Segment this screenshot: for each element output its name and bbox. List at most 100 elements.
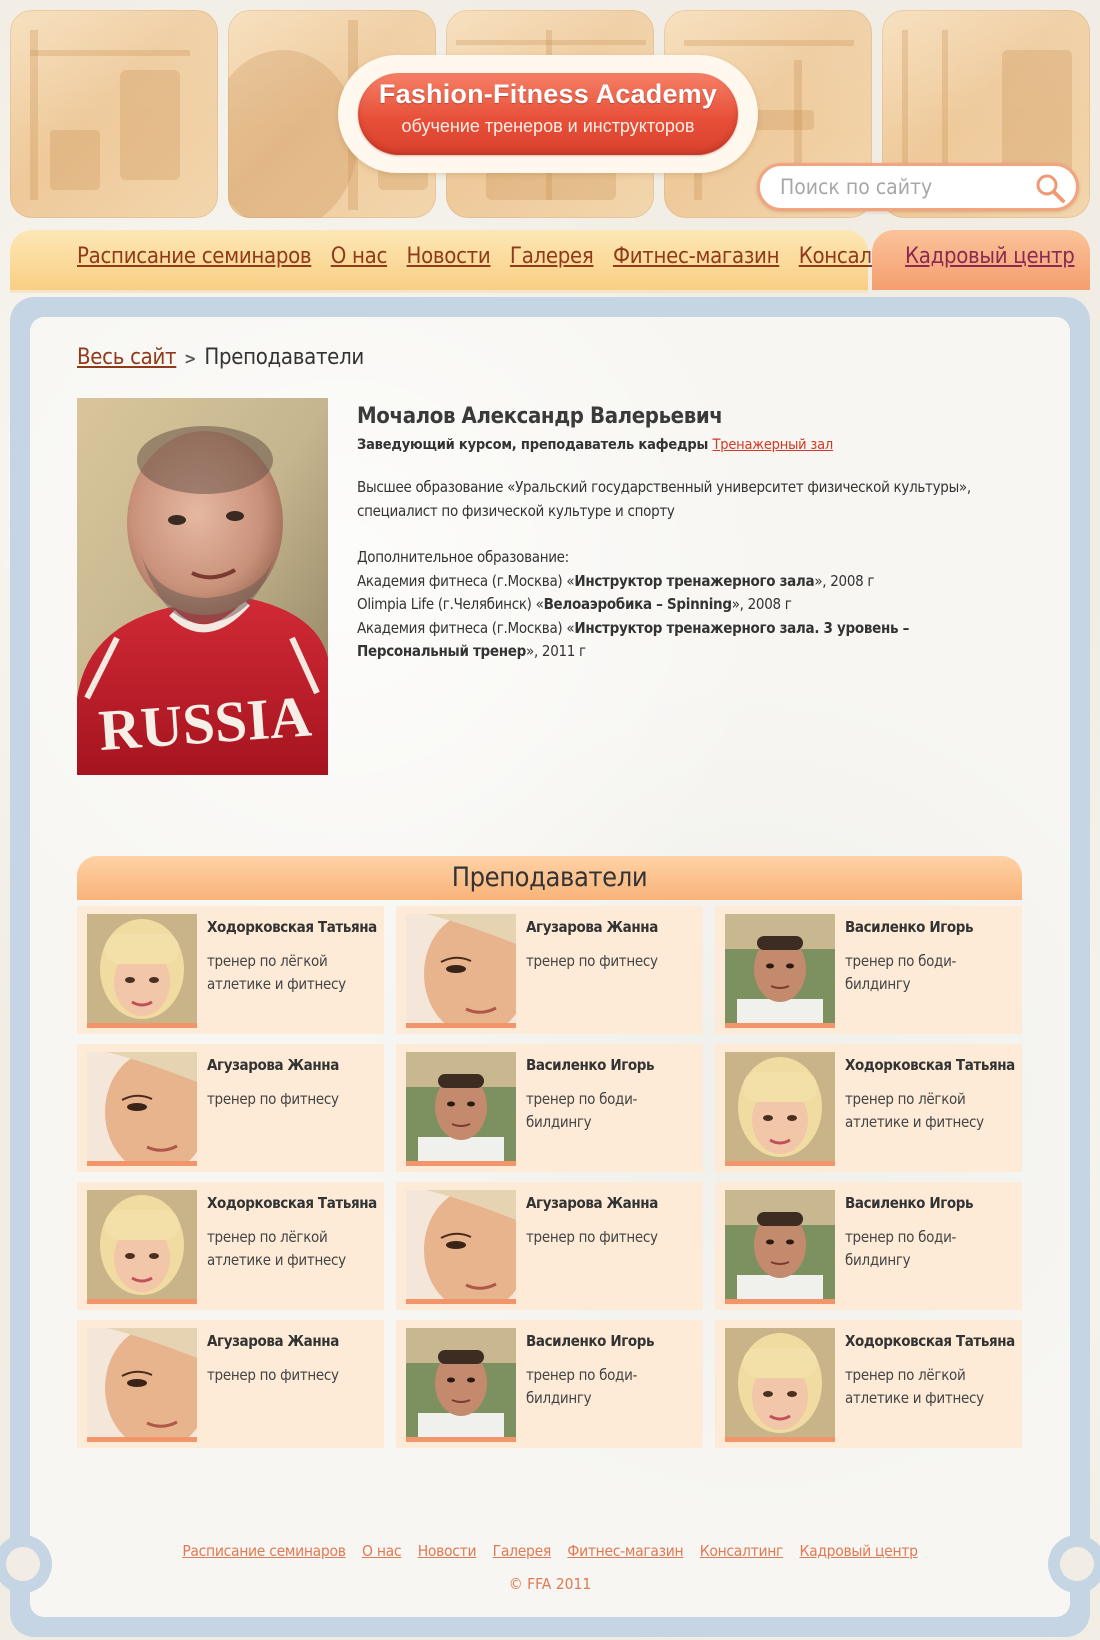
teacher-photo-underline <box>406 1437 516 1442</box>
teacher-card[interactable]: Василенко Игорь тренер по боди-билдингу <box>396 1044 703 1172</box>
teacher-role: тренер по боди-билдингу <box>845 952 957 993</box>
teacher-card[interactable]: Ходорковская Татьяна тренер по лёгкой атл… <box>77 906 384 1034</box>
profile-additional-title: Дополнительное образование: <box>357 548 569 566</box>
teacher-photo-underline <box>406 1023 516 1028</box>
nav-gallery[interactable]: Галерея <box>510 244 594 269</box>
teacher-photo-underline <box>406 1161 516 1166</box>
teacher-name[interactable]: Василенко Игорь <box>845 918 974 936</box>
teacher-photo[interactable] <box>725 914 835 1027</box>
teacher-photo-underline <box>725 1437 835 1442</box>
teacher-photo[interactable] <box>406 1328 516 1441</box>
teacher-role: тренер по фитнесу <box>207 1090 339 1108</box>
copyright: © FFA 2011 <box>508 1575 592 1593</box>
profile-course: Академия фитнеса (г.Москва) «Инструктор … <box>357 571 875 590</box>
breadcrumb-current: Преподаватели <box>204 345 364 370</box>
footer-nav: Расписание семинаров О нас Новости Галер… <box>0 1542 1100 1560</box>
profile-role: Заведующий курсом, преподаватель кафедры… <box>357 437 1017 453</box>
teacher-photo-underline <box>87 1299 197 1304</box>
teacher-photo[interactable] <box>87 1052 197 1165</box>
logo-title: Fashion-Fitness Academy <box>378 79 718 109</box>
teacher-photo[interactable] <box>87 1190 197 1303</box>
teacher-photo-underline <box>725 1299 835 1304</box>
teacher-name[interactable]: Ходорковская Татьяна <box>207 918 377 936</box>
search-input[interactable] <box>780 172 1030 202</box>
teacher-photo[interactable] <box>406 914 516 1027</box>
profile-course: Olimpia Life (г.Челябинск) «Велоаэробика… <box>357 595 792 613</box>
teacher-card[interactable]: Агузарова Жанна тренер по фитнесу <box>77 1044 384 1172</box>
nav-about[interactable]: О нас <box>331 244 388 269</box>
teacher-role: тренер по лёгкой атлетике и фитнесу <box>207 952 346 993</box>
profile-education: Высшее образование «Уральский государств… <box>357 478 971 520</box>
teacher-photo[interactable] <box>406 1052 516 1165</box>
nav-items: Расписание семинаров О нас Новости Галер… <box>77 244 933 269</box>
teacher-photo[interactable] <box>725 1328 835 1441</box>
teacher-role: тренер по фитнесу <box>526 1228 658 1246</box>
nav-shop[interactable]: Фитнес-магазин <box>613 244 780 269</box>
nav-schedule[interactable]: Расписание семинаров <box>77 244 312 269</box>
teacher-photo[interactable] <box>725 1052 835 1165</box>
footer-link-news[interactable]: Новости <box>418 1542 477 1560</box>
teacher-name[interactable]: Василенко Игорь <box>526 1056 655 1074</box>
nav-hr-center[interactable]: Кадровый центр <box>905 244 1075 269</box>
teacher-name[interactable]: Василенко Игорь <box>526 1332 655 1350</box>
teacher-name[interactable]: Агузарова Жанна <box>207 1056 339 1074</box>
teacher-photo[interactable] <box>87 1328 197 1441</box>
teacher-card[interactable]: Ходорковская Татьяна тренер по лёгкой атл… <box>715 1320 1022 1448</box>
teacher-role: тренер по лёгкой атлетике и фитнесу <box>845 1090 984 1131</box>
teacher-photo-underline <box>87 1437 197 1442</box>
footer-link-consulting[interactable]: Консалтинг <box>700 1542 784 1560</box>
footer-link-shop[interactable]: Фитнес-магазин <box>567 1542 683 1560</box>
main-nav: Расписание семинаров О нас Новости Галер… <box>10 230 919 290</box>
logo-frame: Fashion-Fitness Academy обучение тренеро… <box>338 55 758 173</box>
teacher-photo-underline <box>725 1023 835 1028</box>
header: Fashion-Fitness Academy обучение тренеро… <box>0 0 1100 225</box>
nav-news[interactable]: Новости <box>407 244 491 269</box>
teacher-card[interactable]: Василенко Игорь тренер по боди-билдингу <box>396 1320 703 1448</box>
header-photo-gym-1 <box>10 10 218 218</box>
teacher-card[interactable]: Ходорковская Татьяна тренер по лёгкой атл… <box>77 1182 384 1310</box>
teacher-name[interactable]: Агузарова Жанна <box>526 918 658 936</box>
footer-link-about[interactable]: О нас <box>362 1542 402 1560</box>
teacher-card[interactable]: Василенко Игорь тренер по боди-билдингу <box>715 906 1022 1034</box>
teacher-card[interactable]: Агузарова Жанна тренер по фитнесу <box>396 1182 703 1310</box>
teacher-photo[interactable] <box>725 1190 835 1303</box>
teacher-name[interactable]: Агузарова Жанна <box>526 1194 658 1212</box>
teacher-role: тренер по фитнесу <box>207 1366 339 1384</box>
teacher-photo[interactable] <box>87 914 197 1027</box>
teacher-photo-underline <box>406 1299 516 1304</box>
profile-photo: RUSSIA <box>77 398 328 775</box>
profile-department-link[interactable]: Тренажерный зал <box>712 437 833 453</box>
breadcrumb: Весь сайт > Преподаватели <box>77 345 364 370</box>
teacher-name[interactable]: Ходорковская Татьяна <box>845 1332 1015 1350</box>
profile-role-text: Заведующий курсом, преподаватель кафедры <box>357 437 709 453</box>
profile-course: Академия фитнеса (г.Москва) «Инструктор … <box>357 618 910 661</box>
teacher-photo[interactable] <box>406 1190 516 1303</box>
teacher-name[interactable]: Агузарова Жанна <box>207 1332 339 1350</box>
nav-hr-center-tab: Кадровый центр <box>872 230 1090 290</box>
teacher-role: тренер по боди-билдингу <box>845 1228 957 1269</box>
teacher-card[interactable]: Агузарова Жанна тренер по фитнесу <box>396 906 703 1034</box>
teacher-card[interactable]: Ходорковская Татьяна тренер по лёгкой атл… <box>715 1044 1022 1172</box>
teacher-photo-underline <box>87 1023 197 1028</box>
teacher-name[interactable]: Ходорковская Татьяна <box>845 1056 1015 1074</box>
profile-info: Мочалов Александр Валерьевич Заведующий … <box>357 404 1017 664</box>
teacher-role: тренер по лёгкой атлетике и фитнесу <box>845 1366 984 1407</box>
teacher-card[interactable]: Агузарова Жанна тренер по фитнесу <box>77 1320 384 1448</box>
teacher-role: тренер по фитнесу <box>526 952 658 970</box>
footer-link-gallery[interactable]: Галерея <box>493 1542 552 1560</box>
footer-link-hr-center[interactable]: Кадровый центр <box>800 1542 918 1560</box>
footer-link-schedule[interactable]: Расписание семинаров <box>182 1542 346 1560</box>
teacher-name[interactable]: Василенко Игорь <box>845 1194 974 1212</box>
breadcrumb-separator: > <box>184 349 197 368</box>
search-icon[interactable] <box>1034 172 1066 204</box>
teacher-card[interactable]: Василенко Игорь тренер по боди-билдингу <box>715 1182 1022 1310</box>
teacher-photo-underline <box>87 1161 197 1166</box>
teachers-header: Преподаватели <box>77 856 1022 900</box>
teachers-title: Преподаватели <box>451 862 648 893</box>
teacher-role: тренер по боди-билдингу <box>526 1090 638 1131</box>
profile-name: Мочалов Александр Валерьевич <box>357 404 723 429</box>
breadcrumb-root[interactable]: Весь сайт <box>77 345 177 370</box>
teacher-role: тренер по боди-билдингу <box>526 1366 638 1407</box>
logo[interactable]: Fashion-Fitness Academy обучение тренеро… <box>358 73 738 155</box>
teacher-name[interactable]: Ходорковская Татьяна <box>207 1194 377 1212</box>
